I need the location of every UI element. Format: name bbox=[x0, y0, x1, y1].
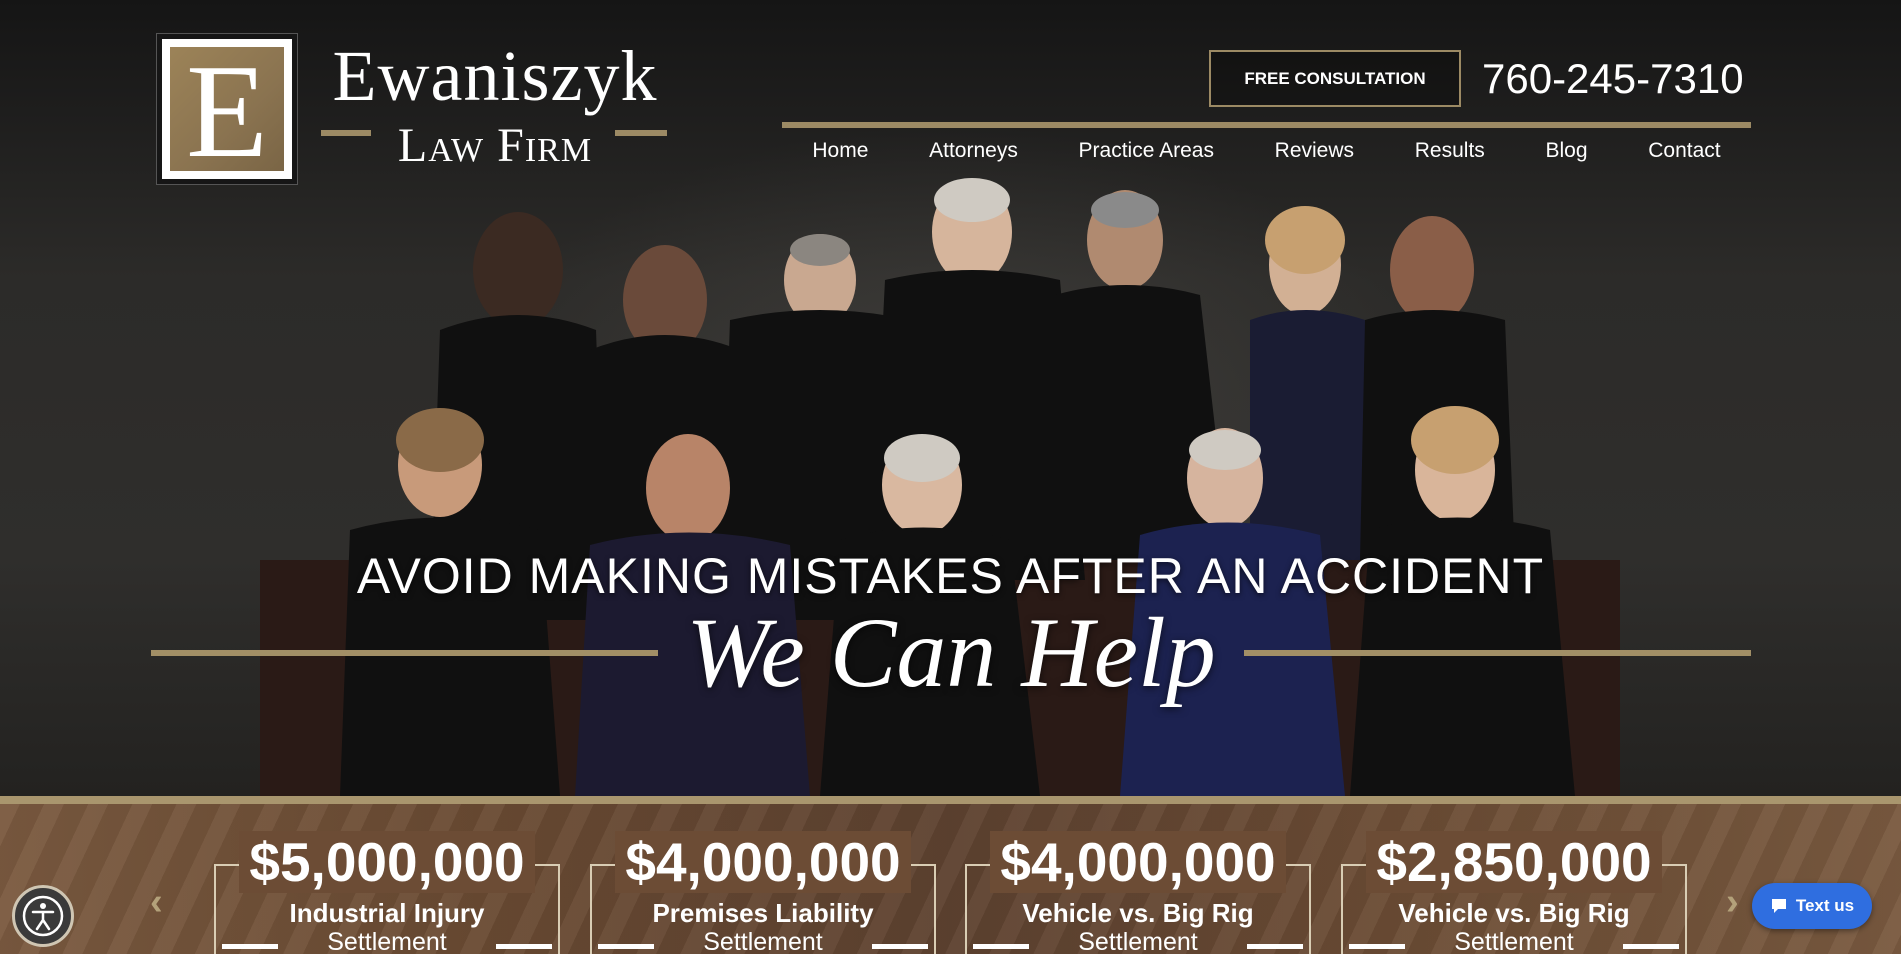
nav-divider bbox=[782, 122, 1751, 128]
nav-item-contact[interactable]: Contact bbox=[1636, 136, 1732, 166]
main-nav: Home Attorneys Practice Areas Reviews Re… bbox=[782, 136, 1751, 166]
nav-item-results[interactable]: Results bbox=[1403, 136, 1497, 166]
headline-rule-right bbox=[1244, 650, 1751, 656]
result-amount: $5,000,000 bbox=[194, 831, 580, 893]
result-amount-text: $2,850,000 bbox=[1366, 831, 1662, 893]
result-amount: $4,000,000 bbox=[945, 831, 1331, 893]
accessibility-icon bbox=[22, 895, 64, 937]
result-kind: Settlement bbox=[703, 928, 823, 954]
nav-item-reviews[interactable]: Reviews bbox=[1263, 136, 1366, 166]
result-amount: $2,850,000 bbox=[1321, 831, 1707, 893]
prev-arrow-icon[interactable]: ‹ bbox=[150, 882, 163, 922]
result-amount-text: $4,000,000 bbox=[615, 831, 911, 893]
text-us-label: Text us bbox=[1795, 896, 1855, 915]
next-arrow-icon[interactable]: › bbox=[1726, 882, 1739, 922]
chat-bubble-icon bbox=[1771, 899, 1786, 913]
logo-firm-name: Ewaniszyk bbox=[332, 36, 658, 116]
result-amount: $4,000,000 bbox=[570, 831, 956, 893]
nav-item-blog[interactable]: Blog bbox=[1534, 136, 1600, 166]
logo-rule bbox=[321, 130, 371, 136]
result-type: Premises Liability bbox=[652, 898, 874, 928]
logo-monogram: E bbox=[157, 34, 297, 184]
phone-number-link[interactable]: 760-245-7310 bbox=[1482, 54, 1744, 104]
headline-rule-left bbox=[151, 650, 658, 656]
firm-logo[interactable]: E Ewaniszyk Law Firm bbox=[157, 34, 667, 186]
nav-item-home[interactable]: Home bbox=[800, 136, 880, 166]
result-card[interactable]: $4,000,000 Premises Liability Settlement bbox=[590, 831, 936, 954]
nav-item-attorneys[interactable]: Attorneys bbox=[917, 136, 1030, 166]
result-card[interactable]: $5,000,000 Industrial Injury Settlement bbox=[214, 831, 560, 954]
hero-headline: We Can Help bbox=[686, 597, 1216, 708]
result-amount-text: $4,000,000 bbox=[990, 831, 1286, 893]
result-amount-text: $5,000,000 bbox=[239, 831, 535, 893]
logo-rule bbox=[615, 130, 667, 136]
result-card[interactable]: $4,000,000 Vehicle vs. Big Rig Settlemen… bbox=[965, 831, 1311, 954]
accessibility-button[interactable] bbox=[12, 885, 74, 947]
text-us-button[interactable]: Text us bbox=[1752, 883, 1872, 929]
result-kind: Settlement bbox=[1078, 928, 1198, 954]
nav-item-practice-areas[interactable]: Practice Areas bbox=[1067, 136, 1226, 166]
hero-tagline: AVOID MAKING MISTAKES AFTER AN ACCIDENT bbox=[356, 548, 1545, 604]
logo-subtitle: Law Firm bbox=[397, 119, 593, 172]
free-consultation-button[interactable]: FREE CONSULTATION bbox=[1209, 50, 1461, 107]
results-band-border bbox=[0, 796, 1901, 804]
result-kind: Settlement bbox=[327, 928, 447, 954]
result-card[interactable]: $2,850,000 Vehicle vs. Big Rig Settlemen… bbox=[1341, 831, 1687, 954]
result-type: Vehicle vs. Big Rig bbox=[1022, 898, 1254, 928]
hero-section: E Ewaniszyk Law Firm FREE CONSULTATION 7… bbox=[0, 0, 1901, 796]
result-type: Industrial Injury bbox=[289, 898, 485, 928]
results-band: $5,000,000 Industrial Injury Settlement … bbox=[0, 804, 1901, 954]
result-kind: Settlement bbox=[1454, 928, 1574, 954]
result-type: Vehicle vs. Big Rig bbox=[1398, 898, 1630, 928]
logo-initial: E bbox=[186, 37, 268, 185]
